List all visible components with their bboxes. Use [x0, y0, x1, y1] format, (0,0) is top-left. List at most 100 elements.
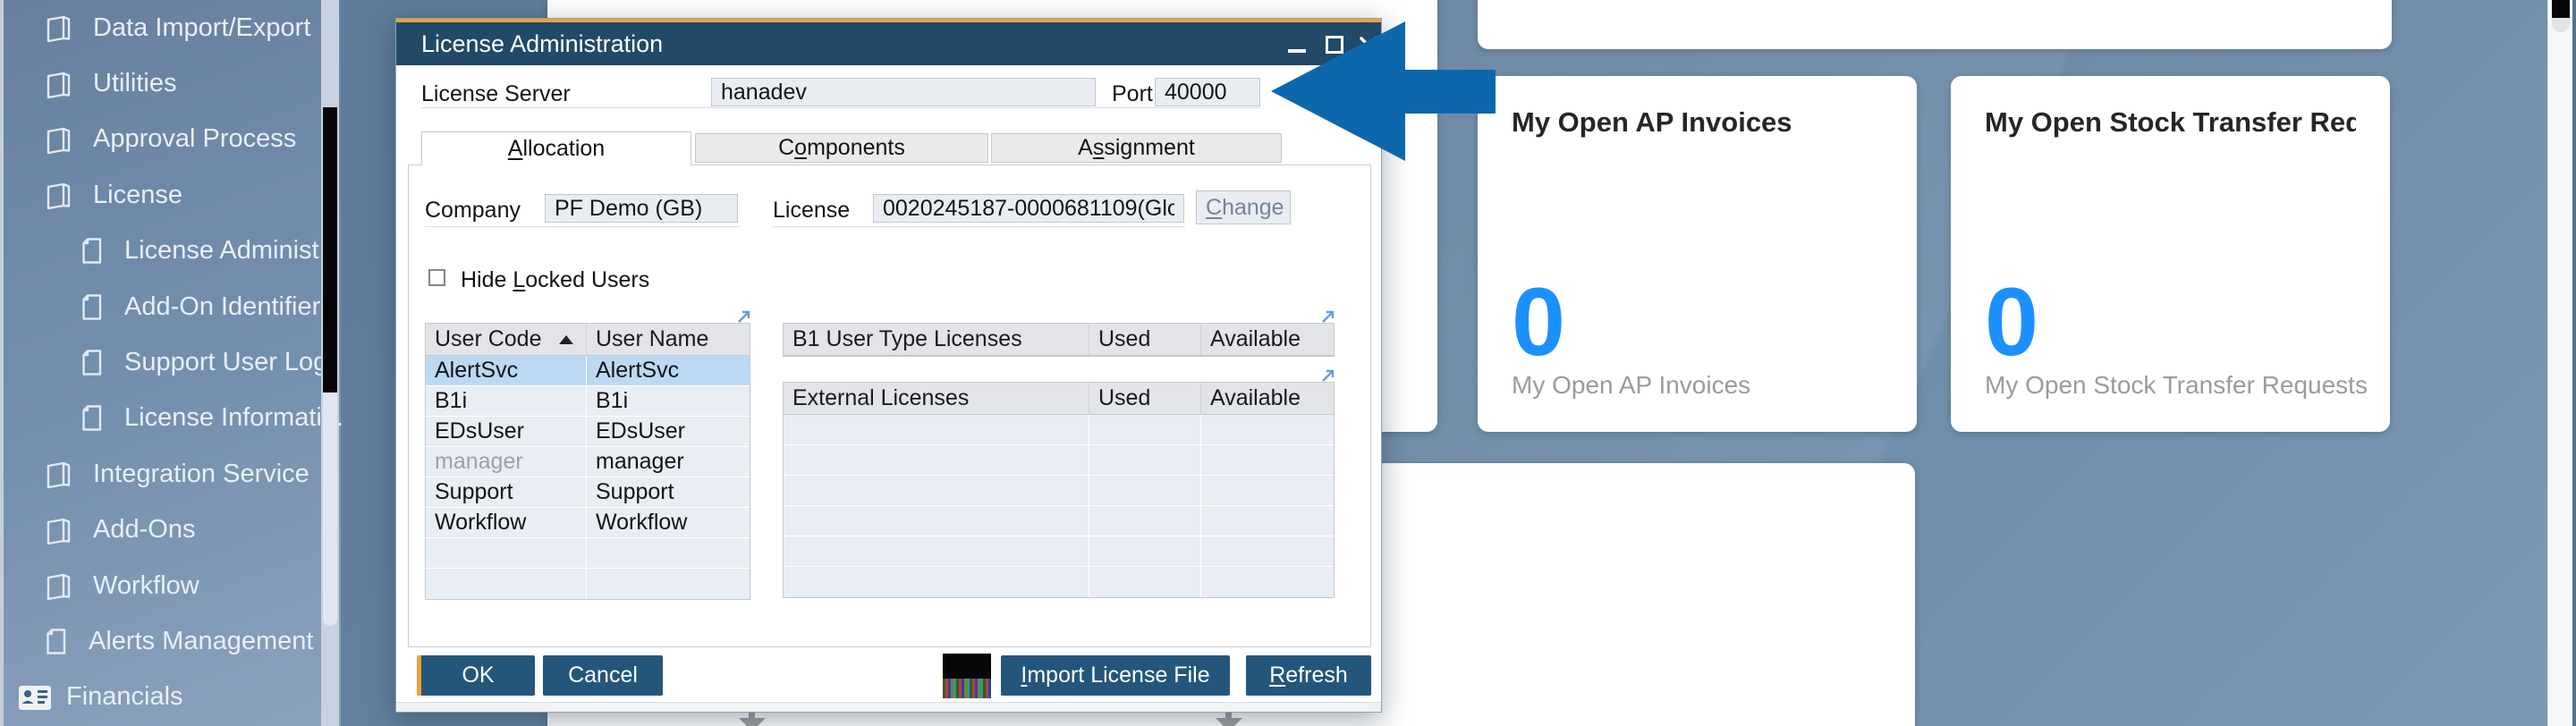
module-folder-icon	[47, 127, 71, 155]
hide-locked-users-label: Hide Locked Users	[461, 267, 650, 292]
license-server-field[interactable]	[711, 78, 1096, 106]
external-used-cell	[1089, 567, 1201, 597]
document-icon	[82, 405, 102, 432]
tab-components[interactable]: Components	[695, 133, 988, 163]
cancel-button[interactable]: Cancel	[543, 655, 663, 696]
tile-kpi-value: 0	[1512, 267, 1566, 376]
external-used-column-header[interactable]: Used	[1089, 383, 1201, 414]
external-license-cell	[784, 536, 1089, 566]
user-row[interactable]: B1i B1i	[426, 386, 750, 417]
external-license-row[interactable]	[784, 415, 1334, 445]
external-available-cell	[1201, 476, 1334, 505]
external-license-row[interactable]	[784, 445, 1334, 476]
user-row[interactable]	[426, 538, 750, 569]
b1-license-column-header[interactable]: B1 User Type Licenses	[784, 324, 1089, 355]
b1-user-type-licenses-table: B1 User Type Licenses Used Available	[783, 310, 1335, 357]
kpi-tile[interactable]: My Open AP Invoices 0 My Open AP Invoice…	[1478, 76, 1917, 432]
external-used-cell	[1089, 415, 1201, 444]
user-row[interactable]	[426, 569, 750, 599]
user-name-cell: AlertSvc	[596, 358, 680, 383]
external-license-row[interactable]	[784, 536, 1334, 567]
external-table-header[interactable]: External Licenses Used Available	[784, 383, 1334, 415]
external-table-body	[784, 415, 1334, 597]
external-license-column-header[interactable]: External Licenses	[784, 383, 1089, 414]
sidebar-item[interactable]: Add-Ons	[4, 502, 324, 558]
sidebar-scrollbar-thumb[interactable]	[323, 107, 337, 626]
external-license-cell	[784, 445, 1089, 475]
external-license-row[interactable]	[784, 476, 1334, 506]
sidebar-scrollbar[interactable]	[321, 0, 339, 726]
sidebar-item-label: Financials	[66, 682, 183, 712]
user-code-cell	[426, 569, 587, 599]
external-license-row[interactable]	[784, 567, 1334, 597]
external-available-column-header[interactable]: Available	[1201, 383, 1334, 414]
sidebar-item[interactable]: Workflow	[4, 558, 324, 613]
sidebar-item[interactable]: Integration Service	[4, 446, 324, 502]
sidebar-item-label: Utilities	[93, 69, 177, 98]
document-icon	[47, 629, 66, 654]
external-available-cell	[1201, 445, 1334, 475]
tile-caption: My Open Stock Transfer Requests	[1985, 371, 2368, 399]
user-name-cell: manager	[596, 449, 684, 474]
users-table-header[interactable]: User Code User Name	[426, 324, 750, 356]
license-number-field[interactable]	[873, 194, 1184, 223]
user-row[interactable]: Support Support	[426, 477, 750, 508]
sidebar-item[interactable]: Data Import/Export	[4, 0, 324, 55]
sidebar-item[interactable]: Utilities	[4, 55, 324, 111]
expand-table-icon[interactable]	[1319, 308, 1337, 325]
port-field[interactable]	[1155, 78, 1260, 106]
external-license-cell	[784, 415, 1089, 444]
tile-caption: My Open AP Invoices	[1512, 371, 1751, 399]
b1-available-column-header[interactable]: Available	[1201, 324, 1334, 355]
module-folder-icon	[47, 573, 71, 601]
expand-table-icon[interactable]	[735, 308, 753, 325]
document-icon	[82, 350, 102, 376]
external-license-cell	[784, 506, 1089, 536]
allocation-tab-panel: Company License Change Hide Locked Users	[408, 165, 1371, 647]
sidebar-item[interactable]: Support User Log	[4, 334, 328, 390]
tile-title: My Open AP Invoices	[1512, 106, 1792, 138]
external-used-cell	[1089, 536, 1201, 566]
dialog-title: License Administration	[421, 30, 664, 57]
tile-title: My Open Stock Transfer Req...	[1985, 106, 2356, 138]
sidebar-item[interactable]: License Informati...	[4, 391, 343, 446]
page-scrollbar-thumb[interactable]	[2552, 0, 2570, 32]
user-code-column-header[interactable]: User Code	[426, 324, 587, 355]
page-scrollbar[interactable]	[2547, 0, 2572, 726]
license-label: License	[773, 198, 851, 223]
user-row[interactable]: manager manager	[426, 447, 750, 477]
b1-table-header[interactable]: B1 User Type Licenses Used Available	[784, 324, 1334, 356]
refresh-button[interactable]: Refresh	[1246, 655, 1371, 696]
tab-allocation[interactable]: Allocation	[421, 131, 691, 165]
external-licenses-table: External Licenses Used Available	[783, 369, 1335, 598]
import-license-file-button[interactable]: Import License File	[1001, 655, 1230, 696]
ok-button[interactable]: OK	[417, 655, 535, 696]
kpi-tile[interactable]: My Open Stock Transfer Req... 0 My Open …	[1951, 76, 2390, 432]
user-row[interactable]: AlertSvc AlertSvc	[426, 356, 750, 386]
external-license-row[interactable]	[784, 506, 1334, 536]
hide-locked-users-checkbox[interactable]	[428, 269, 445, 286]
sidebar-item[interactable]: Approval Process	[4, 112, 324, 167]
user-name-column-header[interactable]: User Name	[587, 324, 750, 355]
b1-used-column-header[interactable]: Used	[1089, 324, 1201, 355]
expand-table-icon[interactable]	[1319, 367, 1337, 384]
sidebar-item[interactable]: License	[4, 167, 324, 223]
user-code-cell: Workflow	[426, 508, 587, 537]
change-button[interactable]: Change	[1196, 190, 1291, 224]
user-row[interactable]: EDsUser EDsUser	[426, 417, 750, 447]
company-field[interactable]	[545, 194, 738, 223]
external-available-cell	[1201, 567, 1334, 597]
user-row[interactable]: Workflow Workflow	[426, 508, 750, 538]
sidebar-item-label: Integration Service	[93, 459, 309, 488]
sidebar-item[interactable]: Add-On Identifier...	[4, 279, 341, 334]
tab-assignment[interactable]: Assignment	[991, 133, 1282, 163]
license-server-label: License Server	[421, 81, 571, 106]
sidebar-item[interactable]: Financials	[4, 670, 324, 725]
user-code-cell: EDsUser	[426, 417, 587, 446]
kpi-tiles: My Open AP Invoices 0 My Open AP Invoice…	[1478, 76, 2390, 432]
module-folder-icon	[47, 15, 71, 43]
sidebar-item-label: Support User Log	[124, 348, 328, 377]
sidebar-item[interactable]: Alerts Management	[4, 613, 324, 669]
dialog-titlebar[interactable]: License Administration	[396, 22, 1381, 65]
sidebar-item[interactable]: License Administ...	[4, 224, 341, 279]
